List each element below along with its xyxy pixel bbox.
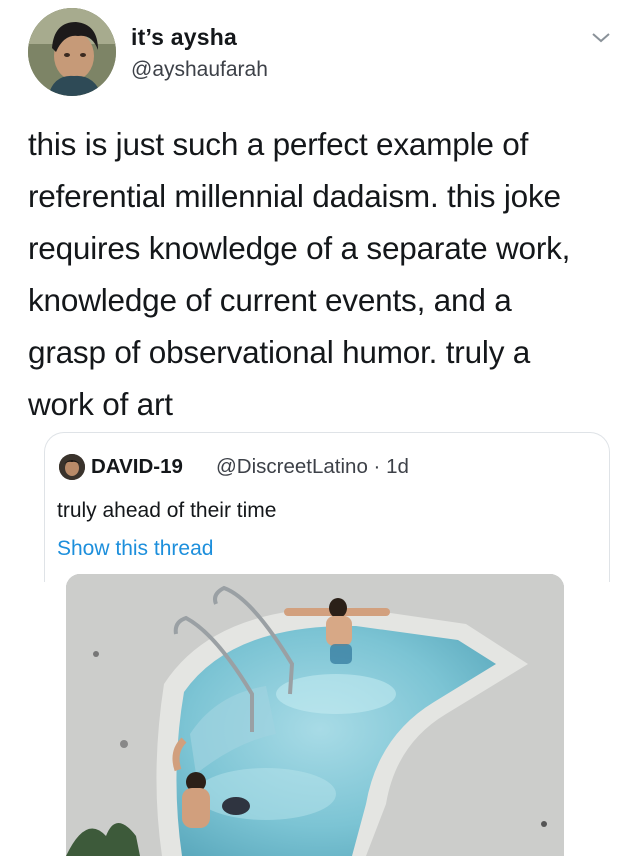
tweet-card: it’s aysha @ayshaufarah this is just suc… (0, 0, 640, 856)
hot-tub-photo (66, 574, 564, 856)
display-name[interactable]: it’s aysha (131, 24, 237, 51)
tweet-text: this is just such a perfect example of r… (28, 118, 614, 430)
quote-text: truly ahead of their time (57, 499, 277, 522)
show-thread-link[interactable]: Show this thread (57, 537, 213, 561)
avatar-image (28, 8, 116, 96)
tweet-text-line: requires knowledge of a separate work, (28, 230, 571, 266)
tweet-text-line: this is just such a perfect example of (28, 126, 529, 162)
user-handle[interactable]: @ayshaufarah (131, 58, 268, 82)
quote-handle-time: @DiscreetLatino · 1d (216, 455, 409, 478)
quote-display-name[interactable]: DAVID-19 (91, 455, 183, 479)
tweet-text-line: referential millennial dadaism. this jok… (28, 178, 561, 214)
tweet-text-line: grasp of observational humor. truly a (28, 334, 531, 370)
chevron-down-icon[interactable] (589, 28, 613, 48)
quote-avatar (59, 454, 85, 480)
quoted-tweet[interactable]: DAVID-19 @DiscreetLatino · 1d truly ahea… (44, 432, 610, 582)
tweet-photo[interactable] (66, 574, 564, 856)
tweet-text-line: knowledge of current events, and a (28, 282, 512, 318)
profile-avatar[interactable] (28, 8, 116, 96)
tweet-text-line: work of art (28, 386, 173, 422)
